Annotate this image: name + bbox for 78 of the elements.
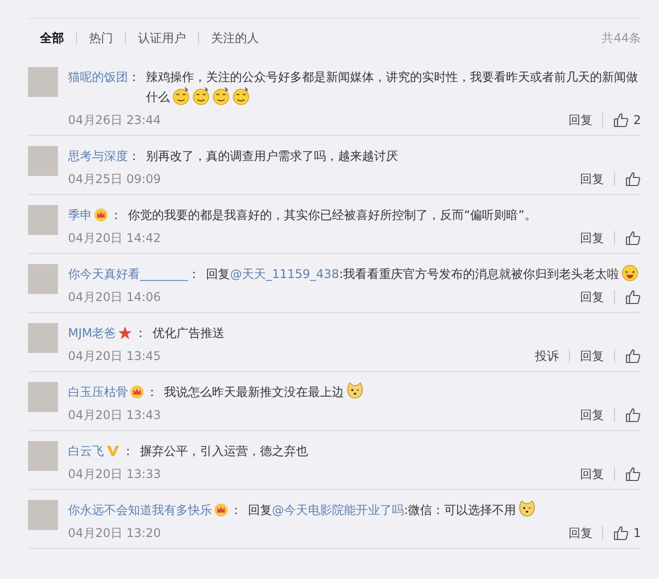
thumbs-up-icon[interactable] bbox=[625, 289, 641, 305]
comment-action-link[interactable]: 回复 bbox=[580, 406, 604, 424]
colon-text: ： bbox=[128, 148, 140, 165]
laughing-emoji-icon bbox=[621, 264, 640, 282]
mention-link[interactable]: @今天电影院能开业了吗 bbox=[272, 503, 404, 517]
thumbs-up-icon[interactable] bbox=[613, 112, 630, 128]
thumbs-up-icon[interactable] bbox=[625, 407, 641, 423]
avatar-photo-placeholder bbox=[28, 67, 58, 97]
comment-time: 04月20日 13:43 bbox=[68, 406, 161, 424]
comment-text: 我说怎么昨天最新推文没在最上边 bbox=[164, 382, 641, 402]
comment-time: 04月20日 13:33 bbox=[68, 466, 161, 482]
username-link[interactable]: 猫呢的饭团 bbox=[68, 67, 128, 87]
dizzy-emoji-icon bbox=[192, 87, 210, 105]
avatar-photo-placeholder bbox=[28, 146, 58, 176]
cat-emoji-icon bbox=[518, 500, 536, 518]
comment-action-link[interactable]: 回复 bbox=[568, 524, 592, 542]
crown-icon bbox=[130, 385, 144, 399]
comment-time: 04月20日 13:20 bbox=[68, 524, 161, 542]
like-count: 1 bbox=[633, 526, 641, 540]
colon-text: ： bbox=[110, 207, 122, 224]
verified-v-icon bbox=[106, 444, 120, 458]
username-link[interactable]: 你今天真好看________ bbox=[68, 264, 188, 284]
avatar-photo-placeholder bbox=[28, 264, 58, 294]
like-count: 2 bbox=[633, 113, 641, 127]
comment-text: 别再改了，真的调查用户需求了吗，越来越讨厌 bbox=[146, 148, 399, 165]
avatar-photo-placeholder bbox=[28, 205, 58, 235]
filter-tab[interactable]: 热门 bbox=[87, 30, 115, 46]
cat-emoji-icon bbox=[346, 382, 364, 400]
colon-text: ： bbox=[134, 325, 146, 342]
colon-text: ： bbox=[128, 69, 140, 86]
comment-time: 04月25日 09:09 bbox=[68, 170, 161, 188]
comment-action-link[interactable]: 回复 bbox=[580, 288, 604, 306]
thumbs-up-icon[interactable] bbox=[613, 525, 630, 541]
thumbs-up-icon[interactable] bbox=[625, 348, 641, 364]
thumbs-up-icon[interactable] bbox=[625, 466, 641, 482]
username-link[interactable]: 白玉压枯骨 bbox=[68, 382, 128, 402]
crown-icon bbox=[94, 208, 108, 222]
avatar-photo-placeholder bbox=[28, 382, 58, 412]
comment-text: 辣鸡操作，关注的公众号好多都是新闻媒体，讲究的实时性，我要看昨天或者前几天的新闻做什么 bbox=[146, 69, 639, 107]
filter-tab[interactable]: 全部 bbox=[38, 30, 66, 46]
comment-time: 04月20日 14:06 bbox=[68, 288, 161, 306]
comment-action-link[interactable]: 投诉 bbox=[535, 348, 559, 364]
comment-count: 共44条 bbox=[602, 30, 641, 46]
filter-tab[interactable]: 关注的人 bbox=[209, 30, 261, 46]
colon-text: ： bbox=[188, 266, 200, 283]
username-link[interactable]: 你永远不会知道我有多快乐 bbox=[68, 500, 212, 520]
comment-text: 优化广告推送 bbox=[152, 325, 226, 342]
avatar-photo-placeholder bbox=[28, 323, 58, 353]
colon-text: ： bbox=[122, 443, 134, 460]
username-link[interactable]: 思考与深度 bbox=[68, 146, 128, 166]
mention-link[interactable]: @天天_11159_438 bbox=[230, 267, 340, 281]
dizzy-emoji-icon bbox=[172, 87, 190, 105]
dizzy-emoji-icon bbox=[232, 87, 250, 105]
colon-text: ： bbox=[230, 502, 242, 519]
username-link[interactable]: 白云飞 bbox=[68, 441, 104, 461]
comment-action-link[interactable]: 回复 bbox=[580, 348, 604, 364]
comment-action-link[interactable]: 回复 bbox=[580, 466, 604, 482]
thumbs-up-icon[interactable] bbox=[625, 230, 641, 246]
comment-time: 04月20日 14:42 bbox=[68, 230, 161, 246]
thumbs-up-icon[interactable] bbox=[625, 171, 641, 187]
comment-action-link[interactable]: 回复 bbox=[580, 230, 604, 246]
avatar-photo-placeholder bbox=[28, 500, 58, 530]
comment-text: 摒弃公平，引入运营，德之弃也 bbox=[140, 443, 309, 460]
comment-time: 04月26日 23:44 bbox=[68, 112, 161, 128]
comment-action-link[interactable]: 回复 bbox=[568, 112, 592, 128]
username-link[interactable]: 季申 bbox=[68, 205, 92, 225]
dizzy-emoji-icon bbox=[212, 87, 230, 105]
filter-tab[interactable]: 认证用户 bbox=[136, 30, 188, 46]
avatar-photo-placeholder bbox=[28, 441, 58, 471]
comment-text: 回复@天天_11159_438:我看看重庆官方号发布的消息就被你归到老头老太啦 bbox=[206, 264, 641, 284]
colon-text: ： bbox=[146, 384, 158, 401]
crown-icon bbox=[214, 503, 228, 517]
username-link[interactable]: MJM老爸 bbox=[68, 323, 116, 343]
comment-action-link[interactable]: 回复 bbox=[580, 170, 604, 188]
star-icon bbox=[118, 326, 132, 340]
comment-time: 04月20日 13:45 bbox=[68, 348, 161, 364]
comment-text: 你觉的我要的都是我喜好的，其实你已经被喜好所控制了，反而“偏听则暗”。 bbox=[128, 207, 538, 224]
comment-text: 回复@今天电影院能开业了吗:微信：可以选择不用 bbox=[248, 500, 641, 520]
